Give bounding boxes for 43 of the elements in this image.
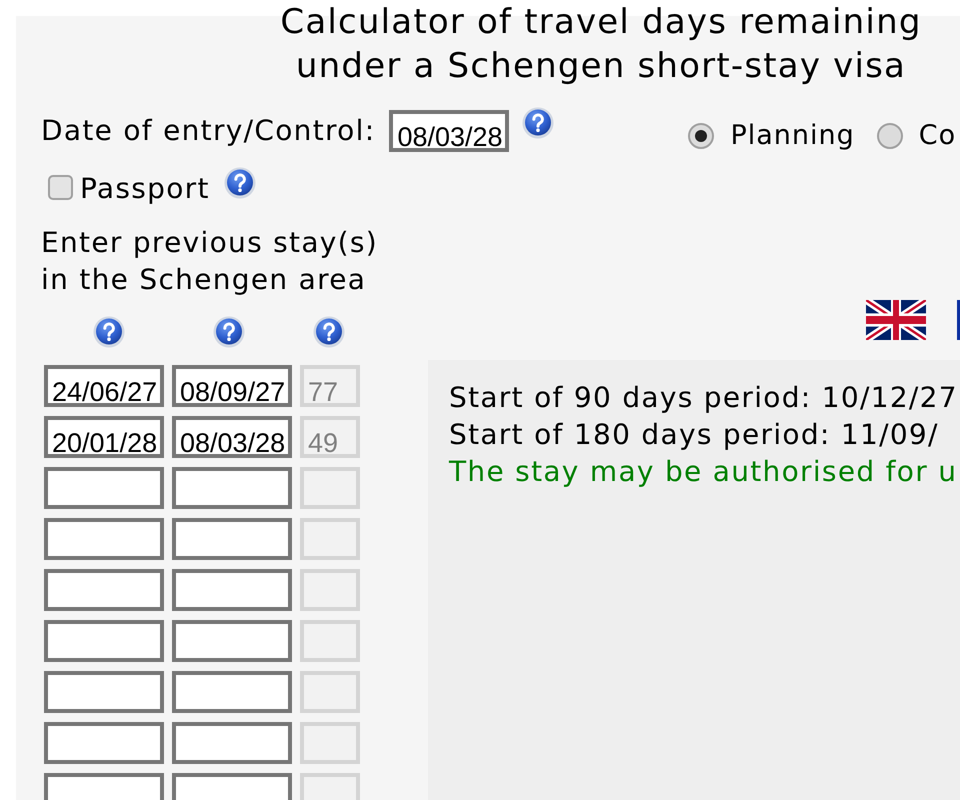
help-icon[interactable] [224,167,256,199]
flag-icon[interactable] [866,300,926,340]
days-field[interactable] [300,671,360,713]
end-date-field[interactable] [172,620,292,662]
start-date-field[interactable] [44,467,164,509]
entry-date-field[interactable]: 08/03/28 [389,110,510,152]
days-field[interactable]: 49 [300,416,360,458]
end-date-field[interactable] [172,722,292,764]
end-date-field[interactable] [172,467,292,509]
page-title: Calculator of travel days remaining under a Schengen short-stay visa [279,1,923,88]
start-date-field[interactable] [44,518,164,560]
start-date-field[interactable] [44,569,164,611]
help-icon[interactable] [213,316,245,348]
start-date-field[interactable] [44,722,164,764]
radio-label[interactable]: Co [918,119,956,153]
end-date-field[interactable] [172,518,292,560]
days-field[interactable] [300,722,360,764]
result-text: Start of 90 days period: 10/12/27 [449,380,959,416]
end-date-field[interactable] [172,569,292,611]
help-icon[interactable] [313,316,345,348]
start-date-field[interactable] [44,620,164,662]
help-icon[interactable] [93,316,125,348]
checkbox-label[interactable]: Passport [80,172,210,206]
start-date-field[interactable]: 24/06/27 [44,365,164,407]
status-message: The stay may be authorised for u [449,454,958,490]
days-field[interactable] [300,620,360,662]
end-date-field[interactable]: 08/03/28 [172,416,292,458]
start-date-field[interactable]: 20/01/28 [44,416,164,458]
radio-label[interactable]: Planning [730,119,855,153]
help-icon[interactable] [522,107,554,139]
radio-button[interactable] [876,123,903,149]
field-label: Date of entry/Control: [41,114,376,148]
end-date-field[interactable] [172,671,292,713]
section-heading: Enter previous stay(s) in the Schengen area [41,225,379,298]
checkbox[interactable] [48,174,73,200]
end-date-field[interactable]: 08/09/27 [172,365,292,407]
days-field[interactable] [300,569,360,611]
days-field[interactable]: 77 [300,365,360,407]
days-field[interactable] [300,467,360,509]
radio-button[interactable] [688,123,714,149]
result-text: Start of 180 days period: 11/09/ [449,417,940,453]
start-date-field[interactable] [44,671,164,713]
days-field[interactable] [300,518,360,560]
